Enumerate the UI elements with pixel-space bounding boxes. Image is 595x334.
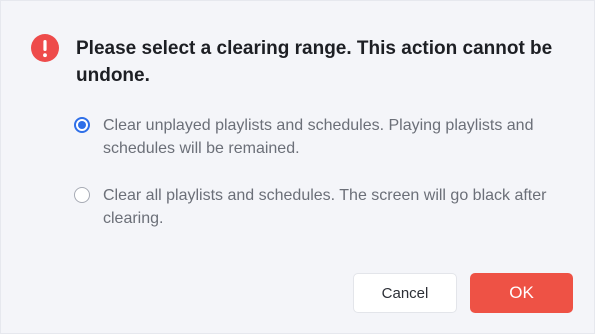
option-clear-unplayed-label: Clear unplayed playlists and schedules. … <box>103 117 534 157</box>
option-clear-all[interactable]: Clear all playlists and schedules. The s… <box>74 184 583 230</box>
option-clear-all-label: Clear all playlists and schedules. The s… <box>103 187 547 227</box>
radio-clear-unplayed[interactable] <box>74 117 90 133</box>
exclamation-glyph-icon <box>43 40 47 58</box>
cancel-button[interactable]: Cancel <box>353 273 457 313</box>
ok-button[interactable]: OK <box>470 273 573 313</box>
radio-clear-all[interactable] <box>74 187 90 203</box>
dialog-message: Please select a clearing range. This act… <box>76 38 553 86</box>
exclamation-circle-icon <box>31 34 59 62</box>
option-clear-unplayed[interactable]: Clear unplayed playlists and schedules. … <box>74 114 583 160</box>
clear-range-dialog: Please select a clearing range. This act… <box>0 0 595 334</box>
